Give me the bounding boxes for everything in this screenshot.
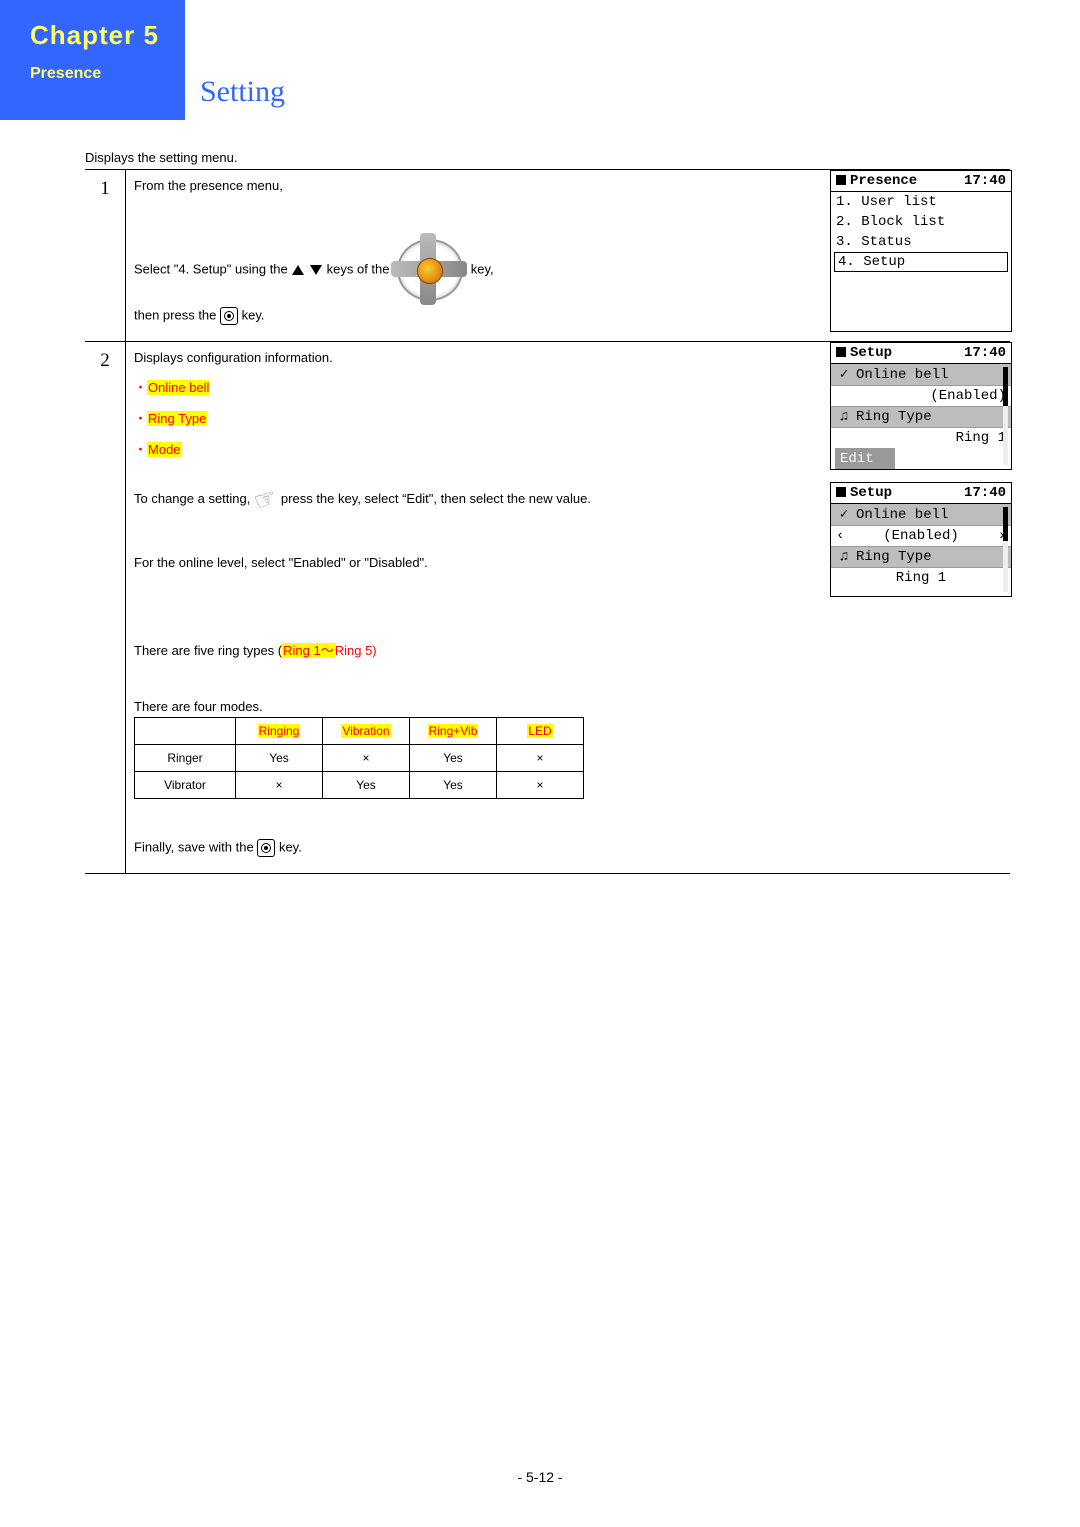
up-arrow-icon (292, 265, 304, 275)
screen-time: 17:40 (964, 345, 1006, 361)
section-name: Presence (30, 65, 185, 83)
text: keys of the (327, 261, 393, 276)
menu-item: 1. User list (831, 192, 1011, 212)
row-ring-type: ♫Ring Type (831, 546, 1011, 567)
step2-screen-area: Setup 17:40 ✓Online bell (Enabled) ♫Ring… (830, 342, 1020, 609)
online-note: For the online level, select "Enabled" o… (134, 555, 810, 570)
square-icon (836, 347, 846, 357)
col-ringvib: Ring+Vib (410, 718, 497, 745)
hand-pointer-icon: ☞ (249, 481, 282, 518)
table-row: Ringer Yes × Yes × (135, 745, 584, 772)
menu-item-selected: 4. Setup (835, 253, 1007, 271)
bullet-ring-type: ・Ring Type (134, 408, 810, 427)
row-ring-type: ♫Ring Type (831, 406, 1011, 427)
text: key, (471, 261, 494, 276)
blank-header (135, 718, 236, 745)
step-1-body: From the presence menu, Select "4. Setup… (126, 170, 1011, 342)
row-online-bell: ✓Online bell (831, 364, 1011, 385)
step-2-body: Displays configuration information. ・Onl… (126, 342, 1011, 874)
step1-line1: From the presence menu, (134, 178, 810, 193)
step2-heading: Displays configuration information. (134, 350, 810, 365)
text: press the key, select “Edit", then selec… (281, 491, 591, 506)
col-vibration: Vibration (323, 718, 410, 745)
intro-caption: Displays the setting menu. (85, 150, 1010, 165)
page-title: Setting (200, 75, 285, 109)
left-arrow-icon: ‹ (836, 528, 844, 544)
step1-screen-area: Presence 17:40 1. User list 2. Block lis… (830, 170, 1020, 344)
dpad-icon (397, 239, 463, 301)
step1-select-line: Select "4. Setup" using the keys of the … (134, 239, 810, 301)
step-number: 2 (85, 342, 126, 874)
text: Finally, save with the (134, 839, 257, 854)
row-online-bell: ✓Online bell (831, 504, 1011, 525)
text: To change a setting, (134, 491, 250, 506)
setup-screen-a: Setup 17:40 ✓Online bell (Enabled) ♫Ring… (830, 342, 1012, 470)
col-led: LED (497, 718, 584, 745)
table-row: Vibrator × Yes Yes × (135, 772, 584, 799)
finally-line: Finally, save with the key. (134, 839, 810, 857)
col-ringing: Ringing (236, 718, 323, 745)
screen-time: 17:40 (964, 173, 1006, 189)
modes-intro: There are four modes. (134, 699, 810, 714)
step-number: 1 (85, 170, 126, 342)
ring-note: There are five ring types (Ring 1～Ring 5… (134, 640, 810, 659)
presence-screen: Presence 17:40 1. User list 2. Block lis… (830, 170, 1012, 332)
content: Displays the setting menu. 1 From the pr… (0, 120, 1080, 874)
page-header: Chapter 5 Presence Setting (0, 0, 1080, 120)
square-icon (836, 487, 846, 497)
text: key. (279, 839, 302, 854)
menu-item: 3. Status (831, 232, 1011, 252)
chapter-number: Chapter 5 (30, 20, 185, 51)
steps-table: 1 From the presence menu, Select "4. Set… (85, 169, 1010, 874)
center-key-icon (220, 307, 238, 325)
bullet-mode: ・Mode (134, 439, 810, 458)
text: Select "4. Setup" using the (134, 261, 291, 276)
text: then press the (134, 307, 220, 322)
row-ring1: Ring 1 (831, 427, 1011, 448)
screen-title: Presence (850, 173, 917, 189)
screen-title: Setup (850, 345, 892, 361)
center-key-icon (257, 839, 275, 857)
change-line: To change a setting, ☞ press the key, se… (134, 484, 810, 515)
setup-screen-b: Setup 17:40 ✓Online bell ‹ (Enabled) › ♫… (830, 482, 1012, 597)
row-enabled-picker: ‹ (Enabled) › (831, 525, 1011, 546)
row-ring1: Ring 1 (831, 567, 1011, 588)
bullet-online-bell: ・Online bell (134, 377, 810, 396)
chapter-badge: Chapter 5 Presence (0, 0, 185, 120)
edit-softkey: Edit (835, 448, 895, 469)
down-arrow-icon (310, 265, 322, 275)
modes-table: Ringing Vibration Ring+Vib LED Ringer Ye… (134, 717, 584, 799)
menu-item: 2. Block list (831, 212, 1011, 232)
row-enabled: (Enabled) (831, 385, 1011, 406)
screen-time: 17:40 (964, 485, 1006, 501)
screen-title: Setup (850, 485, 892, 501)
step1-then-line: then press the key. (134, 307, 810, 325)
page-footer: - 5-12 - (0, 1469, 1080, 1485)
text: key. (242, 307, 265, 322)
square-icon (836, 175, 846, 185)
